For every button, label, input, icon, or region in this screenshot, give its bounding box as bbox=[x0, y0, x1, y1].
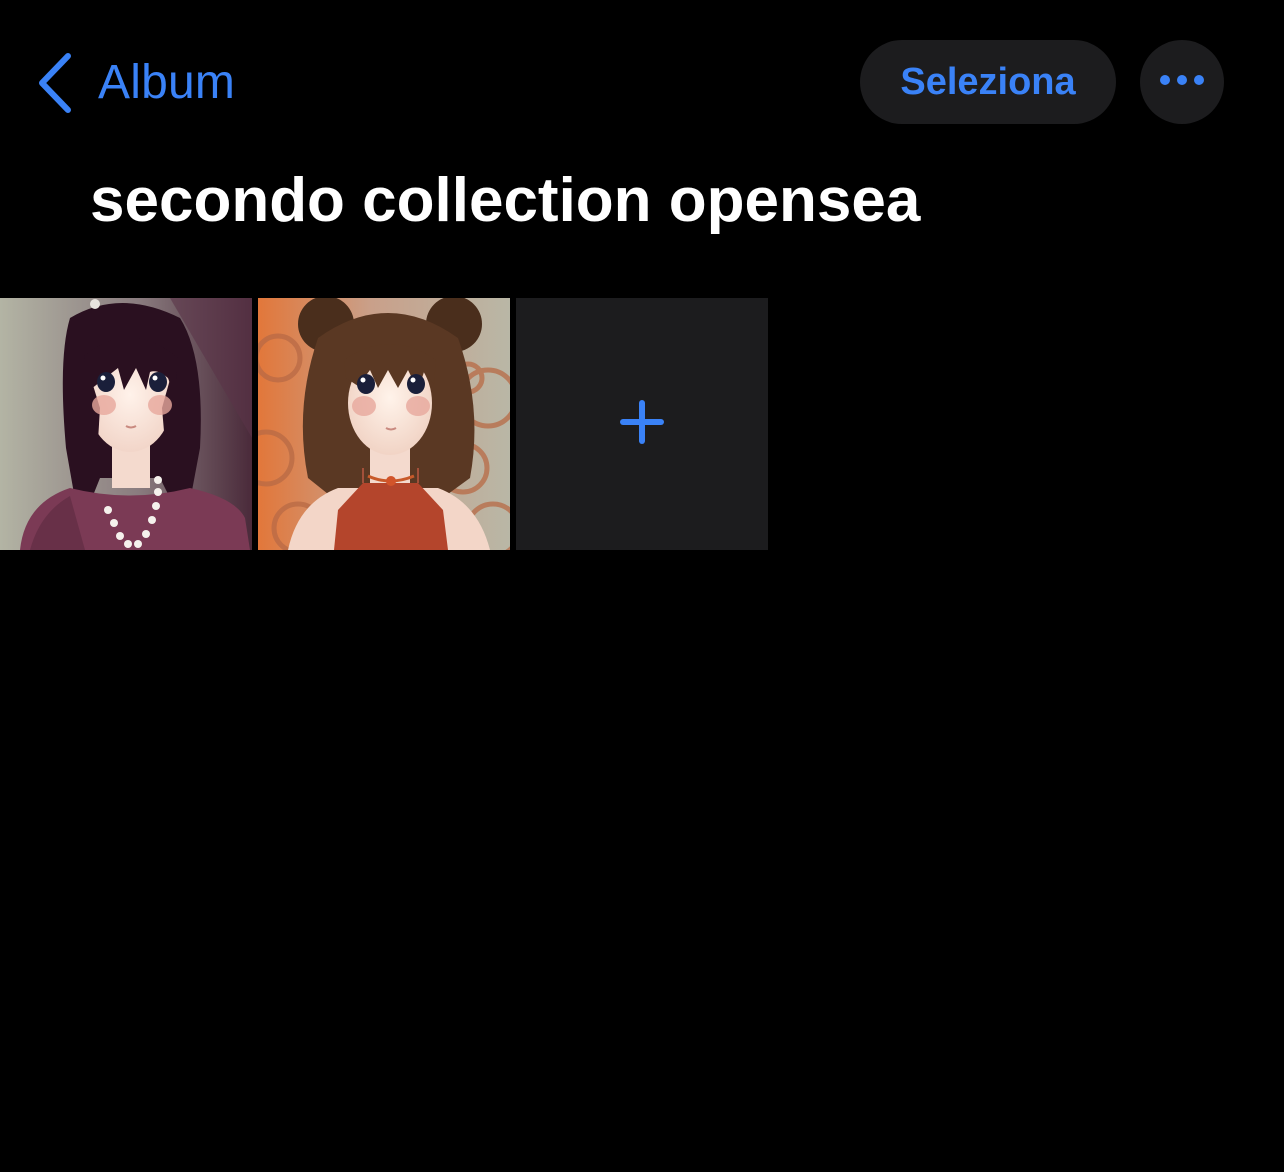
chevron-left-icon bbox=[34, 52, 74, 114]
back-button[interactable]: Album bbox=[34, 48, 235, 118]
add-photo-button[interactable] bbox=[516, 298, 768, 550]
photo-thumbnail-image bbox=[258, 298, 510, 550]
photo-thumbnail[interactable] bbox=[0, 298, 252, 550]
back-label: Album bbox=[98, 56, 236, 109]
navigation-bar: Album Seleziona bbox=[0, 0, 1284, 160]
plus-icon bbox=[620, 399, 664, 449]
more-options-button[interactable] bbox=[1140, 40, 1224, 124]
photo-grid bbox=[0, 298, 768, 550]
photo-thumbnail-image bbox=[0, 298, 252, 550]
photo-thumbnail[interactable] bbox=[258, 298, 510, 550]
select-button[interactable]: Seleziona bbox=[860, 40, 1116, 124]
album-title: secondo collection opensea bbox=[90, 166, 921, 235]
ellipsis-icon bbox=[1159, 73, 1205, 91]
